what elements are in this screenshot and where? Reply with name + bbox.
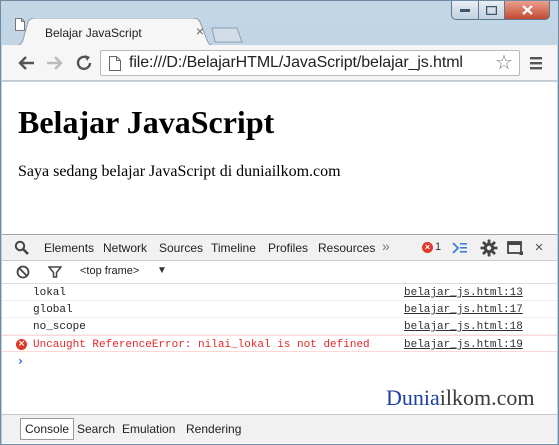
console-line: no_scope belajar_js.html:18 bbox=[2, 318, 557, 335]
console-line: lokal belajar_js.html:13 bbox=[2, 284, 557, 301]
tab-timeline[interactable]: Timeline bbox=[211, 241, 256, 255]
console-error-message: Uncaught ReferenceError: nilai_lokal is … bbox=[33, 339, 370, 351]
console-message: no_scope bbox=[33, 321, 86, 333]
close-icon bbox=[521, 5, 533, 15]
frame-dropdown-arrow-icon[interactable]: ▼ bbox=[157, 265, 167, 276]
tab-elements[interactable]: Elements bbox=[44, 241, 94, 255]
drawer-tabbar: Console Search Emulation Rendering bbox=[2, 414, 557, 443]
error-counter[interactable]: × 1 bbox=[422, 241, 441, 253]
devtools-tabbar: Elements Network Sources Timeline Profil… bbox=[2, 234, 557, 261]
frame-selector[interactable]: <top frame> bbox=[80, 265, 139, 277]
console-source-link[interactable]: belajar_js.html:18 bbox=[404, 321, 523, 333]
console-source-link[interactable]: belajar_js.html:17 bbox=[404, 304, 523, 316]
clear-console-icon[interactable] bbox=[16, 265, 30, 279]
more-tabs-chevron-icon[interactable]: » bbox=[382, 238, 390, 254]
browser-window: Belajar JavaScript × file:///D:/BelajarH… bbox=[0, 0, 559, 445]
drawer-tab-emulation[interactable]: Emulation bbox=[122, 422, 175, 436]
watermark-logo: Duniailkom.com bbox=[386, 385, 534, 411]
drawer-tab-search[interactable]: Search bbox=[77, 422, 115, 436]
maximize-button[interactable] bbox=[479, 1, 505, 20]
page-viewport: Belajar JavaScript Saya sedang belajar J… bbox=[2, 82, 557, 234]
back-button[interactable] bbox=[15, 52, 37, 74]
browser-toolbar: file:///D:/BelajarHTML/JavaScript/belaja… bbox=[2, 45, 557, 81]
console-toolbar: <top frame> ▼ bbox=[2, 261, 557, 284]
error-icon: × bbox=[422, 241, 433, 253]
new-tab-button[interactable] bbox=[211, 27, 243, 43]
tab-network[interactable]: Network bbox=[103, 241, 147, 255]
url-text: file:///D:/BelajarHTML/JavaScript/belaja… bbox=[129, 54, 463, 71]
page-paragraph: Saya sedang belajar JavaScript di duniai… bbox=[18, 163, 341, 180]
filter-icon[interactable] bbox=[48, 265, 62, 279]
minimize-button[interactable] bbox=[451, 1, 479, 20]
maximize-icon bbox=[486, 5, 497, 15]
watermark-part2: ilkom.com bbox=[439, 385, 535, 410]
console-message: lokal bbox=[33, 287, 67, 299]
page-icon bbox=[15, 18, 25, 31]
console-source-link[interactable]: belajar_js.html:19 bbox=[404, 339, 523, 351]
error-count: 1 bbox=[435, 241, 442, 253]
browser-tab[interactable]: Belajar JavaScript × bbox=[15, 18, 215, 46]
drawer-tab-console[interactable]: Console bbox=[20, 418, 75, 440]
close-window-button[interactable] bbox=[505, 1, 550, 20]
tab-resources[interactable]: Resources bbox=[318, 241, 375, 255]
tab-profiles[interactable]: Profiles bbox=[268, 241, 308, 255]
menu-icon[interactable] bbox=[526, 53, 546, 73]
tab-title: Belajar JavaScript bbox=[45, 26, 142, 40]
watermark-part1: Dunia bbox=[386, 385, 440, 410]
search-icon[interactable] bbox=[14, 240, 30, 256]
tab-sources[interactable]: Sources bbox=[159, 241, 203, 255]
console-drawer-icon[interactable] bbox=[452, 241, 468, 255]
tab-close-icon[interactable]: × bbox=[192, 23, 208, 39]
file-icon bbox=[109, 56, 121, 71]
page-heading: Belajar JavaScript bbox=[18, 104, 275, 140]
gear-icon[interactable] bbox=[480, 239, 498, 257]
console-line: global belajar_js.html:17 bbox=[2, 301, 557, 318]
reload-button[interactable] bbox=[73, 52, 95, 74]
address-bar[interactable]: file:///D:/BelajarHTML/JavaScript/belaja… bbox=[100, 50, 520, 76]
dock-side-icon[interactable] bbox=[507, 240, 524, 256]
devtools-panel: Elements Network Sources Timeline Profil… bbox=[2, 234, 557, 444]
devtools-close-icon[interactable]: × bbox=[532, 239, 546, 256]
error-icon: × bbox=[16, 339, 27, 350]
back-arrow-icon bbox=[18, 56, 34, 70]
forward-button[interactable] bbox=[44, 52, 66, 74]
bookmark-star-icon[interactable]: ☆ bbox=[493, 52, 515, 74]
console-source-link[interactable]: belajar_js.html:13 bbox=[404, 287, 523, 299]
console-prompt-icon[interactable]: › bbox=[18, 354, 23, 368]
reload-icon bbox=[76, 55, 92, 71]
forward-arrow-icon bbox=[47, 56, 63, 70]
console-message: global bbox=[33, 304, 73, 316]
window-controls bbox=[451, 1, 550, 21]
console-output: lokal belajar_js.html:13 global belajar_… bbox=[2, 284, 557, 352]
minimize-icon bbox=[460, 9, 470, 12]
drawer-tab-rendering[interactable]: Rendering bbox=[186, 422, 241, 436]
console-error-line: × Uncaught ReferenceError: nilai_lokal i… bbox=[2, 335, 557, 352]
